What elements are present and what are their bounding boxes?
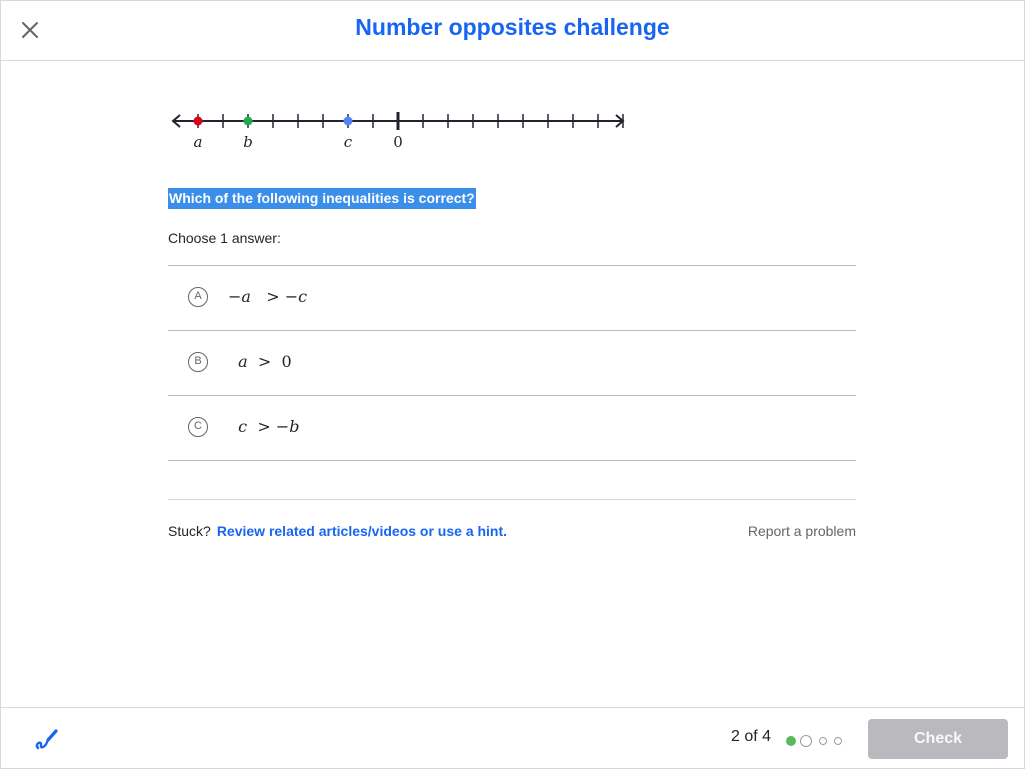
choice-expression: a > 0 bbox=[238, 352, 292, 371]
progress-dot-pending bbox=[819, 736, 827, 745]
answer-choices: A −a > −c B a > 0 C c > −b bbox=[168, 265, 856, 461]
hint-link[interactable]: Review related articles/videos or use a … bbox=[217, 523, 507, 539]
choice-b[interactable]: B a > 0 bbox=[168, 331, 856, 396]
choice-letter: B bbox=[188, 352, 208, 372]
label-b: b bbox=[243, 133, 253, 151]
report-problem-link[interactable]: Report a problem bbox=[748, 523, 856, 539]
question-prompt: Which of the following inequalities is c… bbox=[168, 188, 476, 209]
number-line: a b c 0 bbox=[168, 100, 638, 160]
choice-letter: C bbox=[188, 417, 208, 437]
progress-dots bbox=[786, 732, 846, 747]
point-c bbox=[343, 116, 353, 126]
page-title: Number opposites challenge bbox=[355, 14, 670, 40]
header: Number opposites challenge bbox=[0, 0, 1025, 61]
point-b bbox=[243, 116, 253, 126]
divider bbox=[168, 499, 856, 500]
footer: 2 of 4 Check bbox=[0, 707, 1025, 770]
progress-dot-current bbox=[800, 734, 812, 747]
choice-expression: c > −b bbox=[238, 417, 300, 436]
label-a: a bbox=[194, 133, 203, 151]
choose-instruction: Choose 1 answer: bbox=[168, 230, 281, 246]
label-zero: 0 bbox=[393, 133, 403, 151]
choice-c[interactable]: C c > −b bbox=[168, 396, 856, 461]
choice-letter: A bbox=[188, 287, 208, 307]
progress-dot-complete bbox=[786, 735, 796, 746]
check-button[interactable]: Check bbox=[868, 719, 1008, 759]
label-c: c bbox=[344, 133, 353, 151]
scratchpad-pencil-icon[interactable] bbox=[32, 726, 60, 754]
progress-count: 2 of 4 bbox=[731, 728, 772, 745]
stuck-label: Stuck? bbox=[168, 523, 211, 539]
choice-a[interactable]: A −a > −c bbox=[168, 266, 856, 331]
help-row: Stuck? Review related articles/videos or … bbox=[168, 523, 507, 539]
point-a bbox=[193, 116, 203, 126]
choice-expression: −a > −c bbox=[228, 287, 308, 306]
progress-dot-pending bbox=[834, 736, 842, 745]
